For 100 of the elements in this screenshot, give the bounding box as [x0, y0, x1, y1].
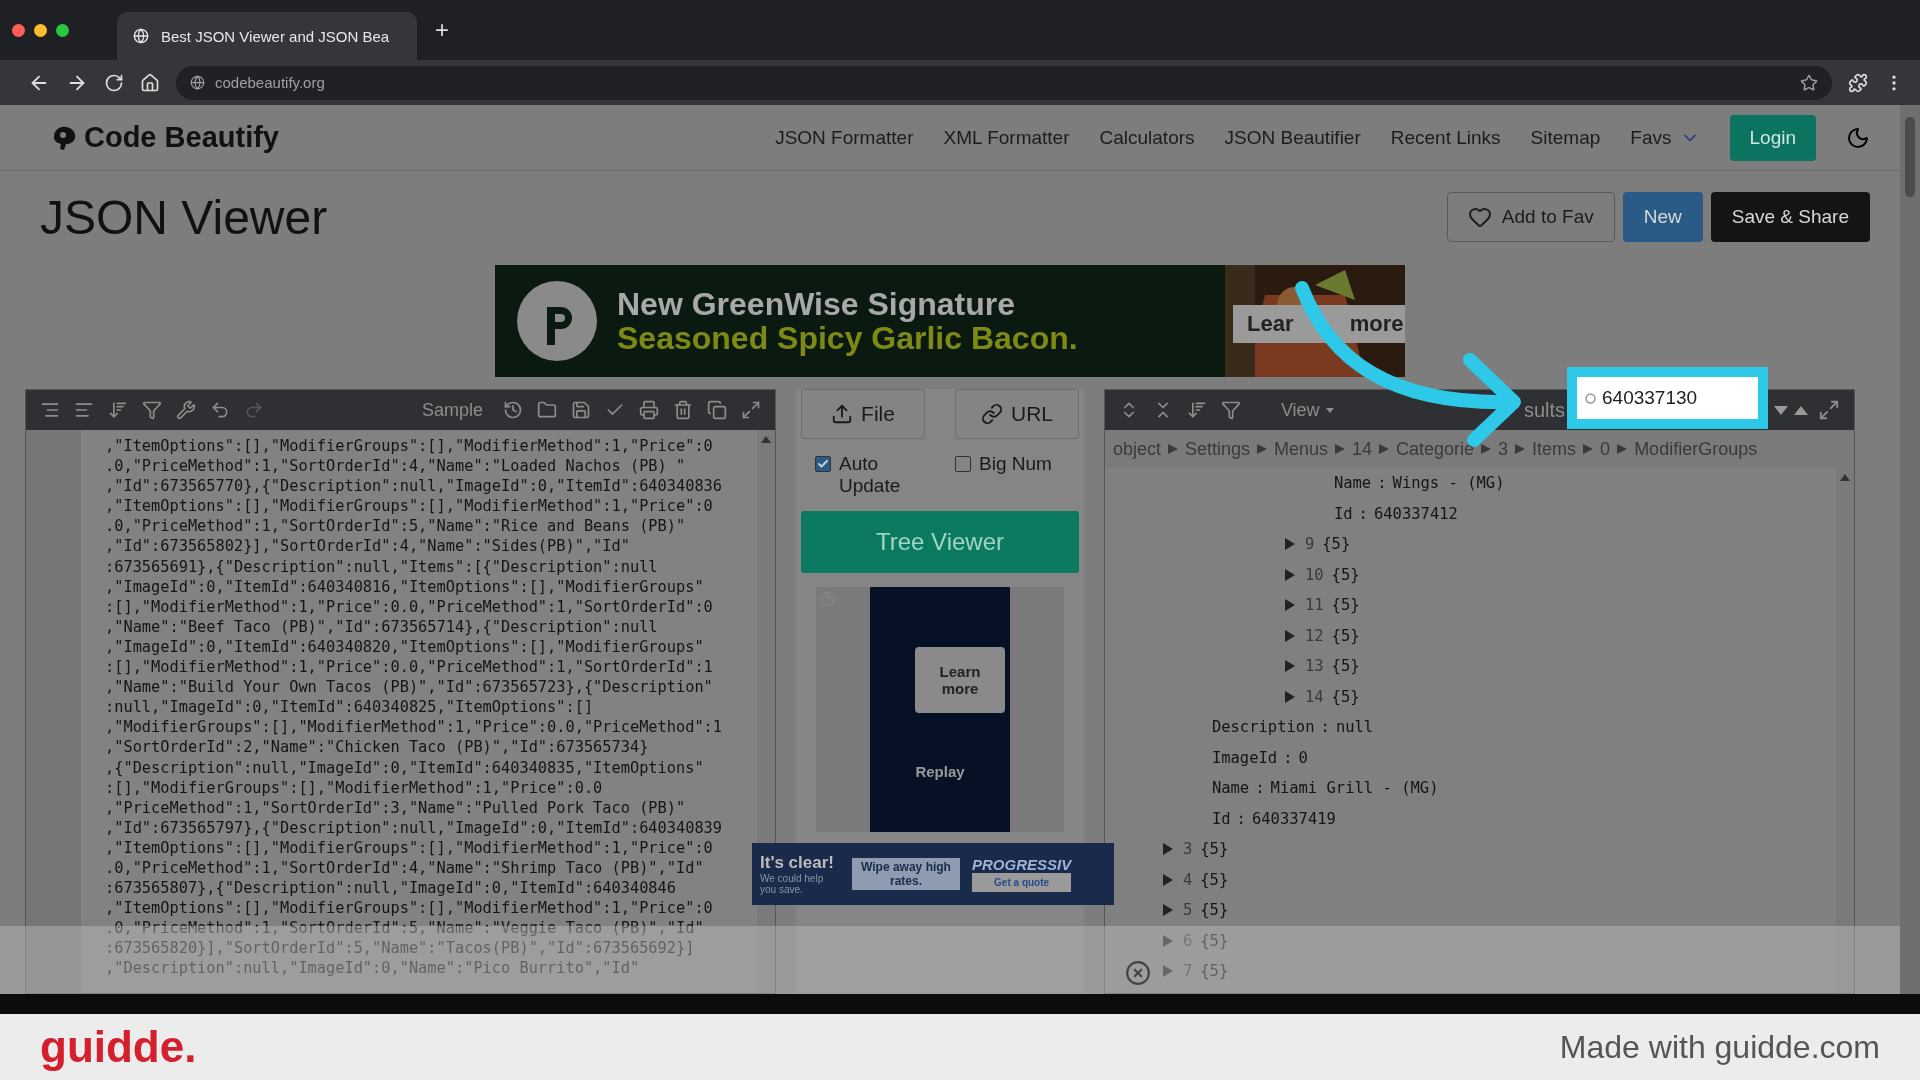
new-button[interactable]: New: [1622, 192, 1703, 242]
minify-icon[interactable]: [74, 400, 94, 420]
bottom-ad[interactable]: It's clear! We could help you save. Wipe away high rates. PROGRESSIV Get a quote: [752, 843, 1114, 905]
maximize-window-icon[interactable]: [56, 23, 69, 37]
get-quote-button[interactable]: Get a quote: [972, 873, 1072, 892]
breadcrumb-link[interactable]: 0: [1600, 438, 1611, 460]
fullscreen-icon[interactable]: [1818, 399, 1840, 421]
expand-arrow-icon[interactable]: [1284, 629, 1295, 642]
file-upload-button[interactable]: File: [801, 389, 925, 439]
close-ad-icon[interactable]: [1125, 960, 1151, 986]
checkbox[interactable]: [955, 456, 971, 472]
page-title: JSON Viewer: [40, 189, 328, 245]
breadcrumb-link[interactable]: Menus: [1273, 438, 1328, 460]
property-key: Description: [1211, 718, 1315, 737]
fullscreen-icon[interactable]: [741, 400, 762, 420]
close-window-icon[interactable]: [12, 23, 25, 37]
node-key[interactable]: 5: [1182, 901, 1193, 920]
extensions-icon[interactable]: [1848, 72, 1868, 93]
breadcrumb-arrow-icon: [1167, 444, 1178, 454]
nav-link[interactable]: Recent Links: [1390, 126, 1501, 149]
filter-icon[interactable]: [142, 400, 162, 420]
breadcrumb-link[interactable]: ModifierGroups: [1634, 438, 1758, 460]
new-tab-button[interactable]: +: [435, 16, 449, 44]
expand-arrow-icon[interactable]: [1284, 568, 1295, 581]
breadcrumb-link[interactable]: Settings: [1184, 438, 1250, 460]
breadcrumb-link[interactable]: Items: [1532, 438, 1577, 460]
expand-arrow-icon[interactable]: [1284, 690, 1295, 703]
learn-more-button[interactable]: Lear more: [1233, 305, 1405, 343]
video-ad[interactable]: Learn more Replay: [816, 587, 1064, 832]
colon-separator: :: [1236, 809, 1246, 828]
code-line: ,"Name":"Build Your Own Tacos (PB)","Id":673565723},{"Description": [105, 677, 713, 698]
next-result-icon[interactable]: [1774, 405, 1788, 415]
history-icon[interactable]: [503, 400, 524, 420]
login-button[interactable]: Login: [1729, 114, 1816, 161]
nav-link[interactable]: Sitemap: [1530, 126, 1601, 149]
browser-tab[interactable]: Best JSON Viewer and JSON Bea: [117, 12, 417, 60]
url-button[interactable]: URL: [955, 389, 1079, 439]
checkbox-label[interactable]: Big Num: [979, 453, 1052, 475]
sort-icon[interactable]: [1186, 400, 1207, 420]
breadcrumb-link[interactable]: 14: [1352, 438, 1373, 460]
copy-icon[interactable]: [707, 400, 728, 420]
minimize-window-icon[interactable]: [34, 23, 47, 37]
breadcrumb-link[interactable]: object: [1112, 438, 1161, 460]
wrench-icon[interactable]: [176, 400, 196, 420]
breadcrumb-link[interactable]: Categorie: [1396, 438, 1475, 460]
expand-arrow-icon[interactable]: [1162, 904, 1173, 917]
node-key[interactable]: 11: [1304, 596, 1324, 615]
banner-ad[interactable]: New GreenWise Signature Seasoned Spicy Garlic Bacon. Lear more: [495, 265, 1405, 377]
filter-icon[interactable]: [1220, 400, 1241, 420]
checkbox[interactable]: [815, 456, 831, 472]
expand-arrow-icon[interactable]: [1284, 599, 1295, 612]
expand-arrow-icon[interactable]: [1162, 873, 1173, 886]
store-logo-icon: [515, 279, 599, 363]
trash-icon[interactable]: [673, 400, 694, 420]
link-icon: [981, 403, 1003, 425]
view-dropdown[interactable]: View: [1274, 398, 1340, 422]
colon-separator: :: [1283, 748, 1293, 767]
format-icon[interactable]: [40, 400, 60, 420]
node-key[interactable]: 14: [1304, 687, 1324, 706]
colon-separator: :: [1358, 504, 1368, 523]
node-key[interactable]: 10: [1304, 565, 1324, 584]
nav-link[interactable]: JSON Formatter: [775, 126, 914, 149]
nav-link[interactable]: Favs: [1630, 126, 1700, 149]
save-icon[interactable]: [571, 400, 592, 420]
node-key[interactable]: 12: [1304, 626, 1324, 645]
site-logo[interactable]: Code Beautify: [50, 121, 279, 154]
node-key[interactable]: 4: [1182, 870, 1193, 889]
scroll-up-icon[interactable]: [761, 436, 772, 443]
search-input[interactable]: 640337130: [1602, 387, 1750, 409]
reload-icon[interactable]: [104, 72, 124, 93]
sort-icon[interactable]: [108, 400, 128, 420]
checkbox-label[interactable]: Auto Update: [839, 453, 925, 497]
print-icon[interactable]: [639, 400, 660, 420]
search-field[interactable]: 640337130: [1577, 377, 1758, 419]
previous-result-icon[interactable]: [1794, 405, 1808, 415]
bookmark-star-icon[interactable]: [1800, 73, 1818, 92]
home-icon[interactable]: [140, 72, 160, 93]
expand-arrow-icon[interactable]: [1284, 660, 1295, 673]
scroll-up-icon[interactable]: [1840, 474, 1850, 481]
breadcrumb-link[interactable]: 3: [1498, 438, 1509, 460]
tree-viewer-button[interactable]: Tree Viewer: [801, 511, 1079, 573]
node-key[interactable]: 3: [1182, 840, 1193, 859]
nav-link[interactable]: XML Formatter: [943, 126, 1070, 149]
replay-button[interactable]: Replay: [915, 763, 965, 780]
expand-arrow-icon[interactable]: [1162, 843, 1173, 856]
node-key[interactable]: 13: [1304, 657, 1324, 676]
property-key: Id: [1211, 809, 1231, 828]
dark-mode-icon[interactable]: [1846, 125, 1870, 150]
node-key[interactable]: 9: [1304, 535, 1315, 554]
learn-more-button[interactable]: Learn more: [915, 647, 1005, 713]
nav-link[interactable]: Calculators: [1099, 126, 1195, 149]
add-to-favorites-button[interactable]: Add to Fav: [1446, 192, 1615, 242]
expand-arrow-icon[interactable]: [1284, 538, 1295, 551]
code-line: .0,"PriceMethod":1,"SortOrderId":4,"Name":"Shrimp Taco (PB)","Id": [105, 857, 704, 879]
undo-icon[interactable]: [210, 400, 230, 420]
save-share-button[interactable]: Save & Share: [1710, 192, 1870, 242]
nav-link[interactable]: JSON Beautifier: [1224, 126, 1361, 149]
sample-button[interactable]: Sample: [416, 398, 490, 422]
folder-icon[interactable]: [537, 400, 558, 420]
code-line: .0,"PriceMethod":1,"SortOrderId":5,"Name":"Veggie Taco (PB)","Id": [105, 918, 704, 939]
